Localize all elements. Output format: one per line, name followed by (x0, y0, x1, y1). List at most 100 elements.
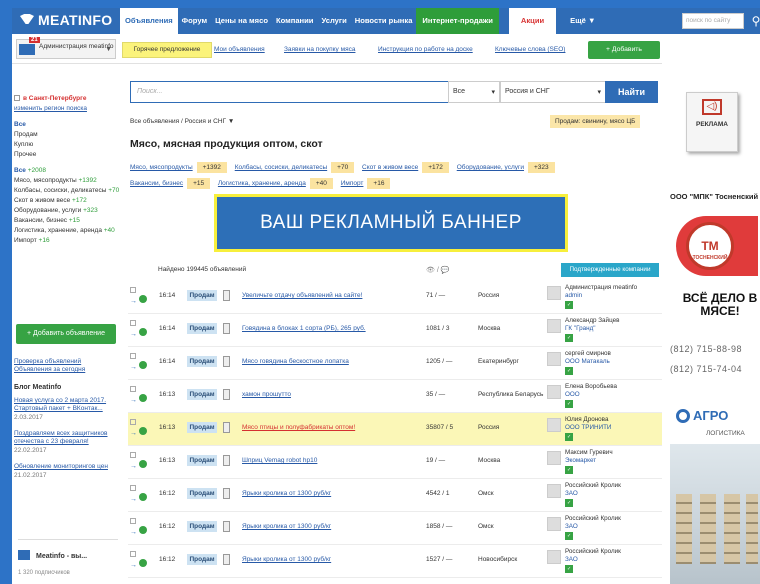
seller-info[interactable]: Елена Воробьева ООО ✓ (565, 383, 617, 408)
nav-forum[interactable]: Форум (178, 8, 211, 34)
phone-icon[interactable] (223, 488, 230, 499)
filter-other[interactable]: Прочее (14, 150, 126, 160)
row-title-link[interactable]: Говядина в блоках 1 сорта (РБ), 265 руб. (242, 325, 366, 332)
share-arrow-icon[interactable]: → (130, 562, 137, 569)
row-title-link[interactable]: Ярыки кролика от 1300 руб/кг (242, 490, 331, 497)
ad-book[interactable]: ◁) РЕКЛАМА (686, 92, 738, 152)
table-row[interactable]: → 16:13 Продам Шприц Vemag robot hp10 19 / —… (128, 446, 662, 479)
search-icon[interactable]: ⚲ (747, 13, 760, 29)
row-checkbox[interactable] (130, 320, 136, 326)
share-arrow-icon[interactable]: → (130, 529, 137, 536)
share-arrow-icon[interactable]: → (130, 463, 137, 470)
region-select[interactable]: Россия и СНГ ▾ (500, 81, 606, 103)
verified-companies-button[interactable]: Подтвержденные компании (561, 263, 659, 277)
logo[interactable]: MEATINFO (20, 12, 112, 28)
nav-more[interactable]: Ещё ▼ (556, 8, 609, 34)
nav-services[interactable]: Услуги (317, 8, 350, 34)
nav-ads[interactable]: Объявления (120, 8, 178, 34)
my-ads-link[interactable]: Мои объявления (214, 46, 265, 53)
table-row[interactable]: → 16:13 Продам хамон прошутто 35 / — Республи… (128, 380, 662, 413)
find-button[interactable]: Найти (605, 81, 658, 103)
nav-promos[interactable]: Акции (508, 8, 557, 34)
ad-company-name[interactable]: ООО "МПК" Тосненский (670, 192, 758, 201)
seo-keywords-link[interactable]: Ключевые слова (SEO) (495, 46, 565, 53)
today-ads-link[interactable]: Объявления за сегодня (14, 366, 85, 374)
phone-icon[interactable] (223, 356, 230, 367)
social-widget[interactable]: Meatinfo - вы... 1 320 подписчиков (18, 539, 118, 577)
category-item[interactable]: Логистика, хранение, аренда +40 (14, 226, 126, 236)
category-all[interactable]: Все +2008 (14, 166, 126, 176)
phone-icon[interactable] (223, 290, 230, 301)
row-checkbox[interactable] (130, 353, 136, 359)
blog-post-link[interactable]: Обновление мониторингов цен (14, 463, 126, 471)
filter-sell[interactable]: Продам (14, 130, 126, 140)
seller-info[interactable]: Российский Кролик ЗАО ✓ (565, 515, 621, 540)
region-checkbox[interactable] (14, 95, 20, 101)
ad-seal[interactable]: ТОСНЕНСКИЙ ТМ (676, 216, 758, 276)
table-row[interactable]: → 16:14 Продам Мясо говядина бескостное лоп… (128, 347, 662, 380)
cat-link[interactable]: Колбасы, сосиски, деликатесы (235, 164, 327, 171)
cat-link[interactable]: Оборудование, услуги (457, 164, 524, 171)
blog-post-link[interactable]: Поздравляем всех защитников отечества с … (14, 430, 126, 446)
row-title-link[interactable]: Мясо птицы и полуфабрикаты оптом! (242, 424, 355, 431)
sidebar-add-ad-button[interactable]: + Добавить объявление (16, 324, 116, 344)
cat-link[interactable]: Мясо, мясопродукты (130, 164, 193, 171)
phone-icon[interactable] (223, 521, 230, 532)
seller-info[interactable]: Максим Гуревич Экомаркет ✓ (565, 449, 613, 474)
seller-avatar[interactable] (547, 385, 561, 399)
seller-info[interactable]: Администрация meatinfo admin ✓ (565, 284, 637, 309)
row-title-link[interactable]: Ярыки кролика от 1300 руб/кг (242, 556, 331, 563)
add-ad-button[interactable]: + Добавить объявление (588, 41, 660, 71)
seller-avatar[interactable] (547, 517, 561, 531)
seller-avatar[interactable] (547, 484, 561, 498)
cat-link[interactable]: Скот в живом весе (362, 164, 418, 171)
phone-icon[interactable] (223, 323, 230, 334)
phone-icon[interactable] (223, 389, 230, 400)
table-row[interactable]: → 16:12 Продам Ярыки кролика от 1300 руб/кг… (128, 545, 662, 578)
filter-buy[interactable]: Куплю (14, 140, 126, 150)
seller-avatar[interactable] (547, 451, 561, 465)
category-item[interactable]: Вакансии, бизнес +15 (14, 216, 126, 226)
main-search-input[interactable]: Поиск... (130, 81, 450, 103)
seller-avatar[interactable] (547, 319, 561, 333)
share-arrow-icon[interactable]: → (130, 331, 137, 338)
row-title-link[interactable]: Мясо говядина бескостное лопатка (242, 358, 349, 365)
row-title-link[interactable]: Увеличьте отдачу объявлений на сайте! (242, 292, 362, 299)
row-checkbox[interactable] (130, 551, 136, 557)
seller-info[interactable]: Юлия Дронова ООО ТРИНИТИ ✓ (565, 416, 611, 441)
category-item[interactable]: Оборудование, услуги +323 (14, 206, 126, 216)
nav-companies[interactable]: Компании (272, 8, 318, 34)
row-checkbox[interactable] (130, 287, 136, 293)
breadcrumb[interactable]: Все объявления / Россия и СНГ ▼ (130, 118, 234, 125)
phone-icon[interactable] (223, 455, 230, 466)
quick-tag[interactable]: Продам: свинину, мясо ЦБ (550, 115, 641, 128)
share-arrow-icon[interactable]: → (130, 496, 137, 503)
seller-avatar[interactable] (547, 418, 561, 432)
nav-online-sales[interactable]: Интернет-продажи (416, 8, 499, 34)
category-item[interactable]: Колбасы, сосиски, деликатесы +70 (14, 186, 126, 196)
seller-avatar[interactable] (547, 550, 561, 564)
seller-info[interactable]: Российский Кролик ЗАО ✓ (565, 482, 621, 507)
cat-link[interactable]: Логистика, хранение, аренда (218, 180, 306, 187)
hot-offer-button[interactable]: Горячее предложение (122, 42, 212, 58)
row-title-link[interactable]: Шприц Vemag robot hp10 (242, 457, 317, 464)
share-arrow-icon[interactable]: → (130, 430, 137, 437)
row-checkbox[interactable] (130, 419, 136, 425)
ad-banner[interactable]: ВАШ РЕКЛАМНЫЙ БАННЕР (214, 194, 568, 252)
change-region-link[interactable]: изменить регион поиска (14, 105, 87, 112)
seller-avatar[interactable] (547, 286, 561, 300)
account-menu[interactable]: 21 Администрация meatinfo ▼ (16, 37, 116, 59)
category-item[interactable]: Скот в живом весе +172 (14, 196, 126, 206)
nav-prices[interactable]: Цены на мясо (211, 8, 272, 34)
row-checkbox[interactable] (130, 485, 136, 491)
nav-news[interactable]: Новости рынка (351, 8, 417, 34)
seller-info[interactable]: Российский Кролик ЗАО ✓ (565, 548, 621, 573)
cat-link[interactable]: Импорт (341, 180, 364, 187)
cat-link[interactable]: Вакансии, бизнес (130, 180, 183, 187)
buy-requests-link[interactable]: Заявки на покупку мяса (284, 46, 355, 53)
row-checkbox[interactable] (130, 518, 136, 524)
site-search-input[interactable]: поиск по сайту (682, 13, 744, 29)
phone-icon[interactable] (223, 554, 230, 565)
instructions-link[interactable]: Инструкция по работе на доске (378, 46, 473, 53)
category-item[interactable]: Мясо, мясопродукты +1392 (14, 176, 126, 186)
